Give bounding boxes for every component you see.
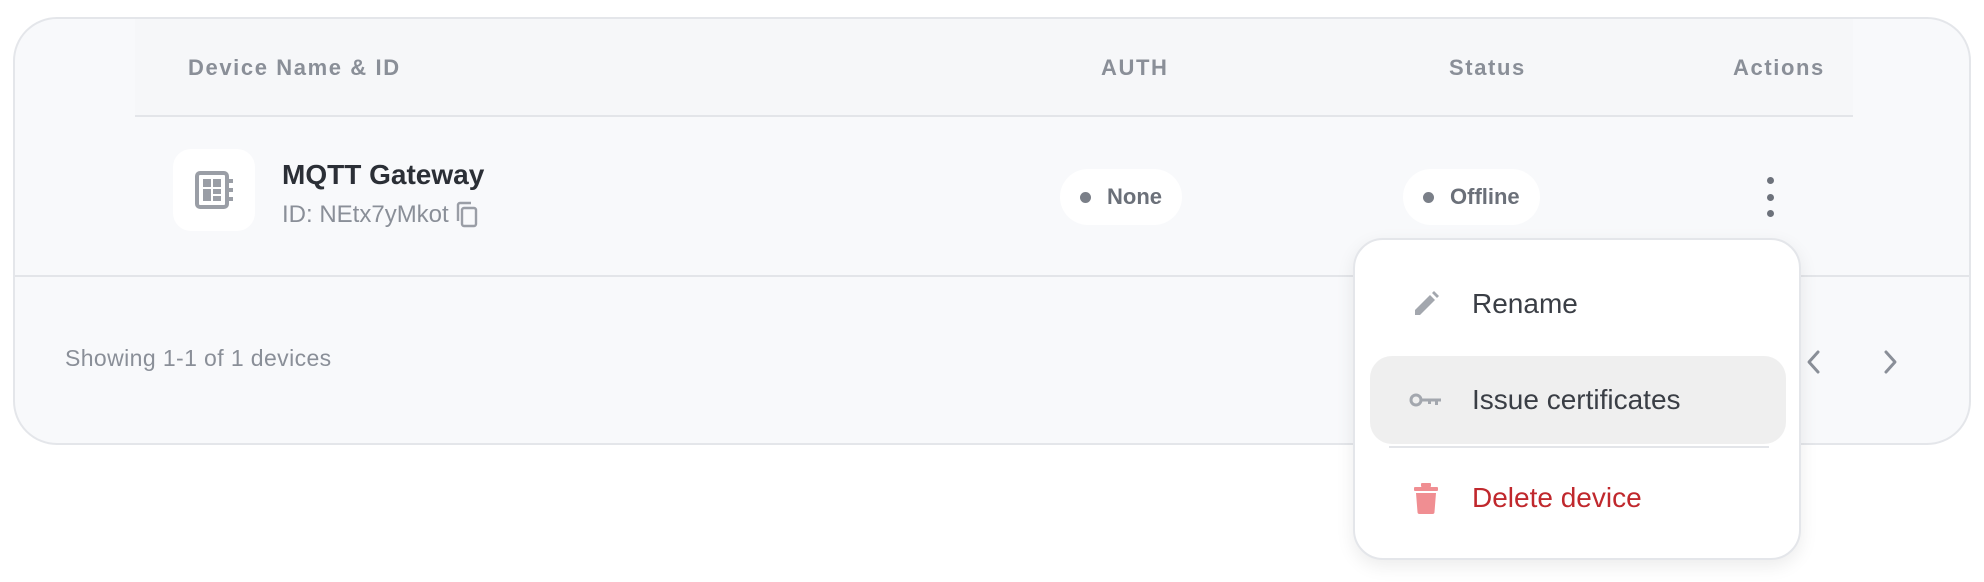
menu-item-delete-device[interactable]: Delete device [1370,454,1786,542]
menu-item-label: Delete device [1472,482,1642,513]
header-status: Status [1449,55,1526,80]
menu-item-rename[interactable]: Rename [1370,260,1786,348]
device-name: MQTT Gateway [282,159,485,190]
pencil-icon [1406,289,1446,319]
status-label: Offline [1450,184,1520,209]
actions-menu: Rename Issue certificates Delete device [1353,238,1801,560]
status-badge: Offline [1403,169,1540,225]
key-icon [1406,390,1446,410]
chip-icon [173,149,255,231]
menu-item-issue-certificates[interactable]: Issue certificates [1370,356,1786,444]
chevron-left-icon[interactable] [1801,347,1827,382]
menu-item-label: Issue certificates [1472,384,1681,415]
device-id-text: ID: NEtx7yMkot [282,201,449,228]
more-actions-icon[interactable] [1755,173,1785,221]
header-device-name: Device Name & ID [188,55,401,80]
device-id: ID: NEtx7yMkot [282,201,481,229]
trash-icon [1406,482,1446,514]
copy-icon[interactable] [455,201,481,229]
auth-badge: None [1060,169,1182,225]
status-dot-icon [1080,191,1091,203]
auth-label: None [1107,184,1162,209]
header-actions: Actions [1733,55,1825,80]
menu-divider [1389,446,1769,448]
status-dot-icon [1423,191,1434,203]
menu-item-label: Rename [1472,288,1578,319]
header-auth: AUTH [1101,55,1169,80]
chevron-right-icon[interactable] [1877,347,1903,382]
table-header: Device Name & ID AUTH Status Actions [135,19,1853,117]
pagination-summary: Showing 1-1 of 1 devices [65,345,332,371]
